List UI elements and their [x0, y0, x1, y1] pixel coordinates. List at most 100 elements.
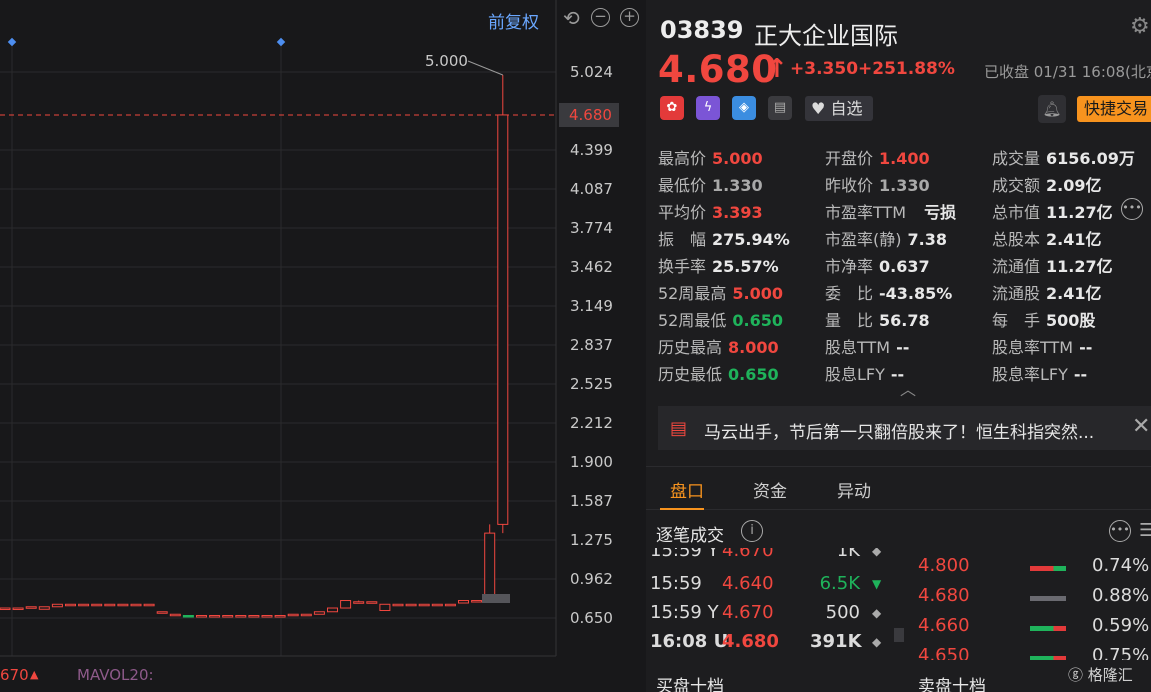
- candle[interactable]: [104, 603, 116, 607]
- candle-body: [340, 600, 352, 609]
- candle[interactable]: [51, 603, 63, 608]
- stat-item: 开盘价 1.400: [825, 145, 930, 169]
- stat-item: 52周最高 5.000: [658, 280, 783, 304]
- neutral-diamond-icon: ◆: [872, 606, 882, 620]
- candle[interactable]: [65, 603, 76, 607]
- candle[interactable]: [287, 613, 299, 617]
- order-book-row[interactable]: 4.650 0.75%: [912, 645, 1151, 660]
- bell-icon[interactable]: 🔔︎: [1038, 95, 1066, 123]
- y-tick-label: 1.587: [570, 492, 613, 510]
- lightning-icon[interactable]: ϟ: [696, 96, 720, 120]
- candle[interactable]: [274, 615, 286, 618]
- candle[interactable]: [379, 603, 391, 612]
- candle[interactable]: [471, 600, 483, 603]
- order-book-row[interactable]: 4.660 0.59%: [912, 615, 1151, 645]
- candle[interactable]: [327, 607, 338, 613]
- news-headline[interactable]: 马云出手，节后第一只翻倍股来了！恒生科指突然...: [704, 418, 1094, 443]
- order-book[interactable]: 4.800 0.74% 4.680 0.88% 4.660 0.59% 4.650 0.75%: [912, 555, 1151, 660]
- candle[interactable]: [182, 615, 194, 618]
- trade-list[interactable]: 15:59 Y 4.670 1K ◆ 15:59 4.640 6.5K ▼ 15:59 Y 4.6…: [646, 548, 896, 660]
- quick-trade-button[interactable]: 快捷交易: [1077, 96, 1151, 122]
- candle[interactable]: [143, 603, 155, 607]
- candle[interactable]: [12, 607, 24, 611]
- trade-price: 4.670: [722, 602, 774, 623]
- candle[interactable]: [78, 603, 90, 607]
- adjust-mode-button[interactable]: 前复权: [488, 8, 539, 33]
- candle[interactable]: [222, 615, 234, 618]
- volume-up-icon: ▲: [30, 668, 39, 681]
- add-watchlist-button[interactable]: ♥ 自选: [805, 96, 873, 121]
- stat-value: 56.78: [879, 311, 930, 330]
- candle[interactable]: [392, 603, 404, 607]
- stat-item: 市盈率(静) 7.38: [825, 226, 947, 250]
- neutral-diamond-icon: ◆: [872, 635, 882, 649]
- detail-tabs: 盘口 资金 异动: [646, 466, 1151, 510]
- candle[interactable]: [261, 615, 273, 618]
- scrollbar-thumb[interactable]: [894, 628, 904, 642]
- candle[interactable]: [444, 603, 456, 607]
- tab-capital[interactable]: 资金: [753, 477, 787, 502]
- candle[interactable]: [235, 615, 247, 618]
- tag-icon[interactable]: ◈: [732, 96, 756, 120]
- hk-flag-icon[interactable]: ✿: [660, 96, 684, 120]
- candle[interactable]: [117, 603, 129, 607]
- stat-label: 股息率LFY: [992, 365, 1068, 384]
- candle[interactable]: [156, 611, 168, 614]
- candle[interactable]: [405, 603, 417, 607]
- candle[interactable]: [91, 603, 103, 607]
- order-percent: 0.59%: [1092, 615, 1150, 636]
- stat-item: 昨收价 1.330: [825, 172, 930, 196]
- note-icon[interactable]: ▤: [768, 96, 792, 120]
- candle[interactable]: [169, 613, 181, 617]
- candle[interactable]: [458, 600, 469, 604]
- more-stats-icon[interactable]: •••: [1121, 198, 1143, 220]
- close-icon[interactable]: ✕: [1132, 414, 1150, 439]
- kline-chart[interactable]: 5.024 4.399 4.087 3.774 3.462 3.149 2.837 2.525…: [0, 0, 646, 692]
- candle[interactable]: [196, 615, 207, 618]
- zoom-in-icon[interactable]: +: [620, 8, 639, 27]
- candle[interactable]: [366, 601, 378, 604]
- candle[interactable]: [484, 524, 496, 602]
- stat-label: 52周最高: [658, 284, 727, 303]
- candle[interactable]: [130, 603, 142, 607]
- menu-icon[interactable]: ☰: [1139, 520, 1151, 541]
- stat-value: 1.330: [712, 176, 763, 195]
- tab-order-book[interactable]: 盘口: [670, 477, 704, 502]
- mavol-label[interactable]: MAVOL20:: [77, 666, 154, 684]
- stat-value: 0.650: [728, 365, 779, 384]
- stat-item: 总市值 11.27亿: [992, 199, 1113, 223]
- news-banner[interactable]: ▤ 马云出手，节后第一只翻倍股来了！恒生科指突然... ✕: [658, 406, 1151, 450]
- reset-icon[interactable]: ⟲: [563, 6, 580, 30]
- candle-series[interactable]: [0, 74, 510, 618]
- chevron-up-icon[interactable]: ︿: [900, 376, 916, 400]
- candle[interactable]: [248, 615, 260, 618]
- order-ratio-bar: [1030, 656, 1066, 660]
- order-book-row[interactable]: 4.800 0.74%: [912, 555, 1151, 585]
- candle[interactable]: [497, 74, 509, 534]
- tab-activity[interactable]: 异动: [837, 477, 871, 502]
- candle-body: [104, 603, 116, 607]
- info-icon[interactable]: i: [741, 520, 763, 542]
- zoom-out-icon[interactable]: −: [591, 8, 610, 27]
- candle[interactable]: [353, 600, 365, 604]
- candle[interactable]: [313, 611, 325, 615]
- more-icon[interactable]: •••: [1109, 520, 1131, 542]
- candle-body: [484, 532, 496, 602]
- candle-body: [366, 601, 378, 604]
- candle[interactable]: [38, 606, 50, 610]
- candle[interactable]: [209, 615, 221, 618]
- candle[interactable]: [418, 603, 430, 607]
- stat-item: 量 比 56.78: [825, 307, 930, 331]
- candle[interactable]: [25, 606, 37, 609]
- stat-value: 0.650: [732, 311, 783, 330]
- order-book-row[interactable]: 4.680 0.88%: [912, 585, 1151, 615]
- gear-icon[interactable]: ⚙: [1130, 14, 1150, 39]
- candle[interactable]: [0, 607, 11, 611]
- candle[interactable]: [300, 613, 312, 617]
- kline-chart-panel[interactable]: 5.024 4.399 4.087 3.774 3.462 3.149 2.837 2.525…: [0, 0, 646, 692]
- trade-price: 4.670: [722, 548, 774, 561]
- candle[interactable]: [340, 600, 352, 609]
- candle[interactable]: [431, 603, 443, 607]
- heart-icon: ♥: [811, 99, 826, 118]
- y-tick-label: 5.024: [570, 63, 613, 81]
